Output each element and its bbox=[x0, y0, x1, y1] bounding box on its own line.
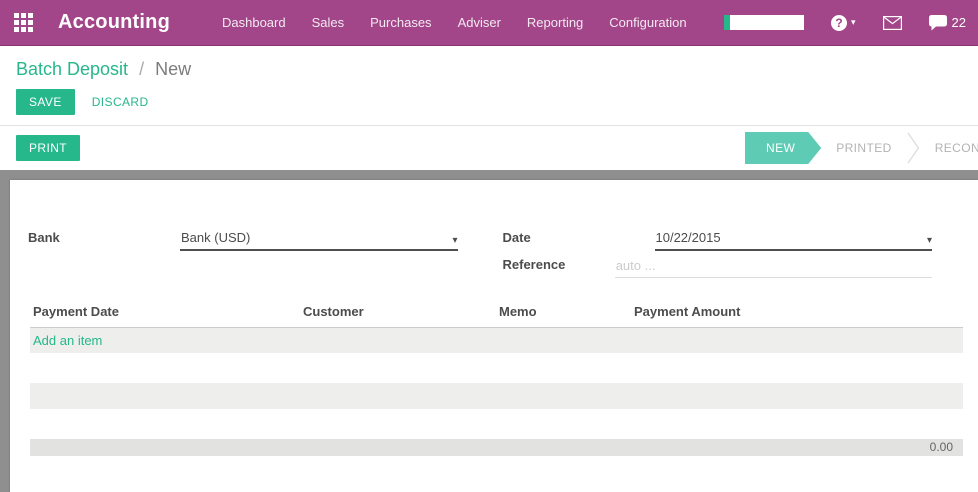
field-group-left: Bank Bank (USD) ▾ bbox=[28, 224, 458, 278]
form-sheet: Bank Bank (USD) ▾ Date 10/22/2015 ▾ Re bbox=[10, 180, 978, 492]
chat-count-badge: 22 bbox=[952, 15, 966, 30]
navbar-right-tools: ? ▾ 22 bbox=[724, 15, 966, 31]
total-amount-row: 0.00 bbox=[30, 439, 963, 456]
breadcrumb: Batch Deposit / New bbox=[16, 59, 962, 80]
help-circle-icon: ? bbox=[831, 15, 847, 31]
status-step-reconciled[interactable]: RECONCILED bbox=[920, 132, 978, 164]
status-step-printed[interactable]: PRINTED bbox=[821, 132, 906, 164]
chevron-down-icon: ▾ bbox=[927, 235, 932, 246]
bank-label: Bank bbox=[28, 230, 180, 251]
help-menu[interactable]: ? ▾ bbox=[831, 15, 856, 31]
menu-item-sales[interactable]: Sales bbox=[312, 15, 345, 30]
bank-field-row: Bank Bank (USD) ▾ bbox=[28, 224, 458, 251]
chat-button[interactable]: 22 bbox=[929, 15, 966, 31]
date-picker[interactable]: 10/22/2015 ▾ bbox=[655, 230, 933, 251]
breadcrumb-current: New bbox=[155, 59, 191, 79]
planner-progress-bar[interactable] bbox=[724, 15, 804, 30]
form-toolbar: PRINT NEW PRINTED RECONCILED bbox=[0, 126, 978, 170]
breadcrumb-parent-link[interactable]: Batch Deposit bbox=[16, 59, 128, 79]
page-background: Bank Bank (USD) ▾ Date 10/22/2015 ▾ Re bbox=[0, 170, 978, 492]
menu-item-purchases[interactable]: Purchases bbox=[370, 15, 431, 30]
breadcrumb-separator: / bbox=[139, 59, 144, 79]
chevron-down-icon: ▾ bbox=[851, 17, 856, 28]
apps-grid-icon[interactable] bbox=[14, 13, 34, 32]
menu-item-reporting[interactable]: Reporting bbox=[527, 15, 583, 30]
bank-value: Bank (USD) bbox=[181, 230, 250, 245]
field-group-right: Date 10/22/2015 ▾ Reference bbox=[503, 224, 933, 278]
chevron-right-icon bbox=[907, 132, 920, 164]
add-an-item-link[interactable]: Add an item bbox=[30, 328, 963, 353]
statusbar: NEW PRINTED RECONCILED bbox=[745, 132, 978, 164]
speech-bubble-icon bbox=[929, 15, 947, 31]
column-header-payment-amount: Payment Amount bbox=[631, 304, 963, 319]
payments-list: Payment Date Customer Memo Payment Amoun… bbox=[30, 299, 963, 456]
chevron-down-icon: ▾ bbox=[452, 235, 457, 246]
reference-label: Reference bbox=[503, 257, 615, 278]
messages-button[interactable] bbox=[883, 16, 902, 30]
reference-input[interactable] bbox=[615, 258, 932, 278]
date-field-row: Date 10/22/2015 ▾ bbox=[503, 224, 933, 251]
column-header-memo: Memo bbox=[496, 304, 631, 319]
payments-list-header: Payment Date Customer Memo Payment Amoun… bbox=[30, 299, 963, 328]
bank-select[interactable]: Bank (USD) ▾ bbox=[180, 230, 458, 251]
menu-item-dashboard[interactable]: Dashboard bbox=[222, 15, 286, 30]
column-header-customer: Customer bbox=[300, 304, 496, 319]
reference-field-row: Reference bbox=[503, 251, 933, 278]
control-panel: Batch Deposit / New SAVE DISCARD bbox=[0, 46, 978, 126]
menu-item-adviser[interactable]: Adviser bbox=[458, 15, 501, 30]
app-title: Accounting bbox=[58, 11, 170, 34]
menu-item-configuration[interactable]: Configuration bbox=[609, 15, 686, 30]
record-action-row: SAVE DISCARD bbox=[16, 89, 962, 115]
top-navbar: Accounting Dashboard Sales Purchases Adv… bbox=[0, 0, 978, 46]
discard-button[interactable]: DISCARD bbox=[92, 95, 149, 109]
save-button[interactable]: SAVE bbox=[16, 89, 75, 115]
print-button[interactable]: PRINT bbox=[16, 135, 80, 161]
form-fields: Bank Bank (USD) ▾ Date 10/22/2015 ▾ Re bbox=[10, 224, 978, 278]
date-label: Date bbox=[503, 230, 655, 251]
envelope-icon bbox=[883, 16, 902, 30]
column-header-payment-date: Payment Date bbox=[30, 304, 300, 319]
status-step-new: NEW bbox=[745, 132, 821, 164]
empty-list-row bbox=[30, 383, 963, 409]
date-value: 10/22/2015 bbox=[656, 230, 721, 245]
main-menu: Dashboard Sales Purchases Adviser Report… bbox=[222, 15, 687, 30]
